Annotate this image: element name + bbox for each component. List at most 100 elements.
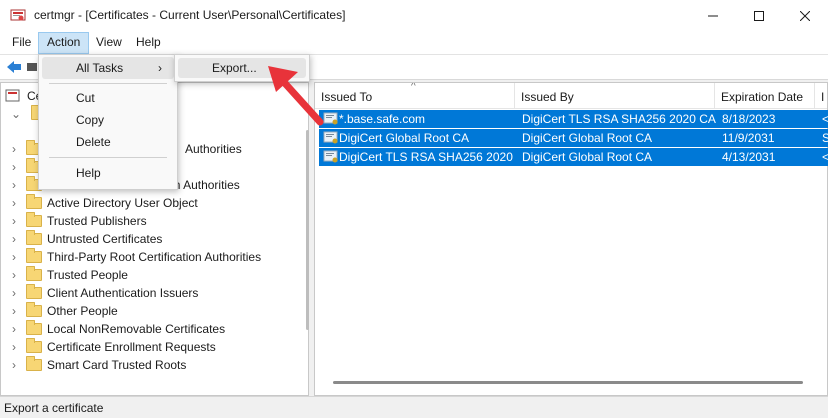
tree-item-label: Other People <box>47 304 118 318</box>
cell-expiration: 8/18/2023 <box>722 112 776 126</box>
tree-item-label: Active Directory User Object <box>47 196 198 210</box>
minimize-button[interactable] <box>690 0 736 32</box>
folder-icon <box>26 248 42 263</box>
tree-item-label: Untrusted Certificates <box>47 232 163 246</box>
tree-item-label: Third-Party Root Certification Authoriti… <box>47 250 262 264</box>
cell-issued-to: *.base.safe.com <box>339 112 426 126</box>
chevron-down-icon[interactable]: ⌄ <box>11 107 21 121</box>
tree-item-label: Smart Card Trusted Roots <box>47 358 187 372</box>
folder-icon <box>26 302 42 317</box>
folder-icon <box>26 230 42 245</box>
folder-icon <box>26 212 42 227</box>
menu-bar: File Action View Help <box>0 32 828 54</box>
tree-item[interactable]: › Untrusted Certificates <box>1 230 301 248</box>
menu-item-label: All Tasks <box>76 61 124 75</box>
chevron-right-icon[interactable]: › <box>9 322 19 336</box>
chevron-right-icon: › <box>158 61 162 75</box>
tree-item[interactable]: › Client Authentication Issuers <box>1 284 301 302</box>
tree-item[interactable]: › Third-Party Root Certification Authori… <box>1 248 301 266</box>
chevron-right-icon[interactable]: › <box>9 286 19 300</box>
sort-ascending-icon: ^ <box>411 83 416 92</box>
column-header-intended[interactable]: I <box>815 83 827 109</box>
menu-action[interactable]: Action <box>38 32 90 54</box>
tree-item-label: Trusted Publishers <box>47 214 147 228</box>
status-text: Export a certificate <box>4 401 104 415</box>
tree-item[interactable]: › Trusted Publishers <box>1 212 301 230</box>
chevron-right-icon[interactable]: › <box>9 232 19 246</box>
folder-icon <box>26 284 42 299</box>
tree-item-label: Certificate Enrollment Requests <box>47 340 216 354</box>
menu-file[interactable]: File <box>4 32 39 54</box>
menu-separator <box>49 157 167 158</box>
certificate-icon <box>323 131 338 144</box>
tree-item-label: Local NonRemovable Certificates <box>47 322 226 336</box>
menu-item-copy[interactable]: Copy <box>42 109 174 131</box>
tree-item-label: Client Authentication Issuers <box>47 286 199 300</box>
forward-arrow-icon[interactable] <box>27 63 37 71</box>
cell-expiration: 11/9/2031 <box>722 131 775 145</box>
certificate-manager-icon <box>10 9 26 21</box>
column-header-issued-by[interactable]: Issued By <box>515 83 715 109</box>
annotation-arrow-icon <box>268 66 324 126</box>
table-row[interactable]: *.base.safe.com DigiCert TLS RSA SHA256 … <box>319 110 828 128</box>
certificate-store-icon <box>5 89 20 102</box>
chevron-right-icon[interactable]: › <box>9 142 19 156</box>
menu-item-cut[interactable]: Cut <box>42 87 174 109</box>
cell-intended: < <box>822 112 828 126</box>
tree-item[interactable]: › Active Directory User Object <box>1 194 301 212</box>
folder-icon <box>26 320 42 335</box>
cell-issued-by: DigiCert TLS RSA SHA256 2020 CA1 <box>522 112 716 126</box>
minimize-icon <box>708 15 718 17</box>
cell-issued-to: DigiCert TLS RSA SHA256 2020 ... <box>339 150 515 164</box>
chevron-right-icon[interactable]: › <box>9 340 19 354</box>
table-row[interactable]: DigiCert TLS RSA SHA256 2020 ... DigiCer… <box>319 148 828 166</box>
close-icon <box>800 11 810 21</box>
maximize-button[interactable] <box>736 0 782 32</box>
menu-help[interactable]: Help <box>128 32 169 54</box>
chevron-right-icon[interactable]: › <box>9 250 19 264</box>
cell-issued-by: DigiCert Global Root CA <box>522 150 653 164</box>
certificate-list-pane: Issued To ^ Issued By Expiration Date I … <box>314 82 828 396</box>
close-button[interactable] <box>782 0 828 32</box>
cell-issued-to: DigiCert Global Root CA <box>339 131 470 145</box>
folder-icon <box>26 338 42 353</box>
folder-icon <box>26 266 42 281</box>
cell-intended: < <box>822 150 828 164</box>
menu-item-help[interactable]: Help <box>42 162 174 184</box>
menu-item-all-tasks[interactable]: All Tasks › <box>42 57 174 79</box>
status-bar: Export a certificate <box>0 396 828 418</box>
folder-icon <box>26 194 42 209</box>
tree-item[interactable]: › Local NonRemovable Certificates <box>1 320 301 338</box>
chevron-right-icon[interactable]: › <box>9 196 19 210</box>
chevron-right-icon[interactable]: › <box>9 304 19 318</box>
tree-item[interactable]: › Smart Card Trusted Roots <box>1 356 301 374</box>
column-header-issued-to[interactable]: Issued To ^ <box>315 83 515 109</box>
chevron-right-icon[interactable]: › <box>9 160 19 174</box>
maximize-icon <box>754 11 764 21</box>
chevron-right-icon[interactable]: › <box>9 178 19 192</box>
window-title: certmgr - [Certificates - Current User\P… <box>34 8 346 22</box>
chevron-right-icon[interactable]: › <box>9 358 19 372</box>
certificate-icon <box>323 150 338 163</box>
horizontal-scrollbar[interactable] <box>333 381 803 384</box>
column-header-expiration[interactable]: Expiration Date <box>715 83 815 109</box>
chevron-right-icon[interactable]: › <box>9 268 19 282</box>
back-arrow-icon[interactable] <box>6 60 22 74</box>
folder-icon <box>26 356 42 371</box>
menu-item-delete[interactable]: Delete <box>42 131 174 153</box>
cell-issued-by: DigiCert Global Root CA <box>522 131 653 145</box>
tree-item-label: Authorities <box>185 142 242 156</box>
chevron-right-icon[interactable]: › <box>9 214 19 228</box>
cell-expiration: 4/13/2031 <box>722 150 776 164</box>
cell-intended: S <box>822 131 828 145</box>
list-header: Issued To ^ Issued By Expiration Date I <box>315 83 827 109</box>
table-row[interactable]: DigiCert Global Root CA DigiCert Global … <box>319 129 828 147</box>
tree-item[interactable]: › Other People <box>1 302 301 320</box>
action-menu: All Tasks › Cut Copy Delete Help <box>38 54 178 190</box>
menu-view[interactable]: View <box>88 32 130 54</box>
tree-item[interactable]: › Trusted People <box>1 266 301 284</box>
title-bar: certmgr - [Certificates - Current User\P… <box>0 0 828 32</box>
vertical-scrollbar[interactable] <box>306 130 309 330</box>
tree-item-label: Trusted People <box>47 268 128 282</box>
tree-item[interactable]: › Certificate Enrollment Requests <box>1 338 301 356</box>
